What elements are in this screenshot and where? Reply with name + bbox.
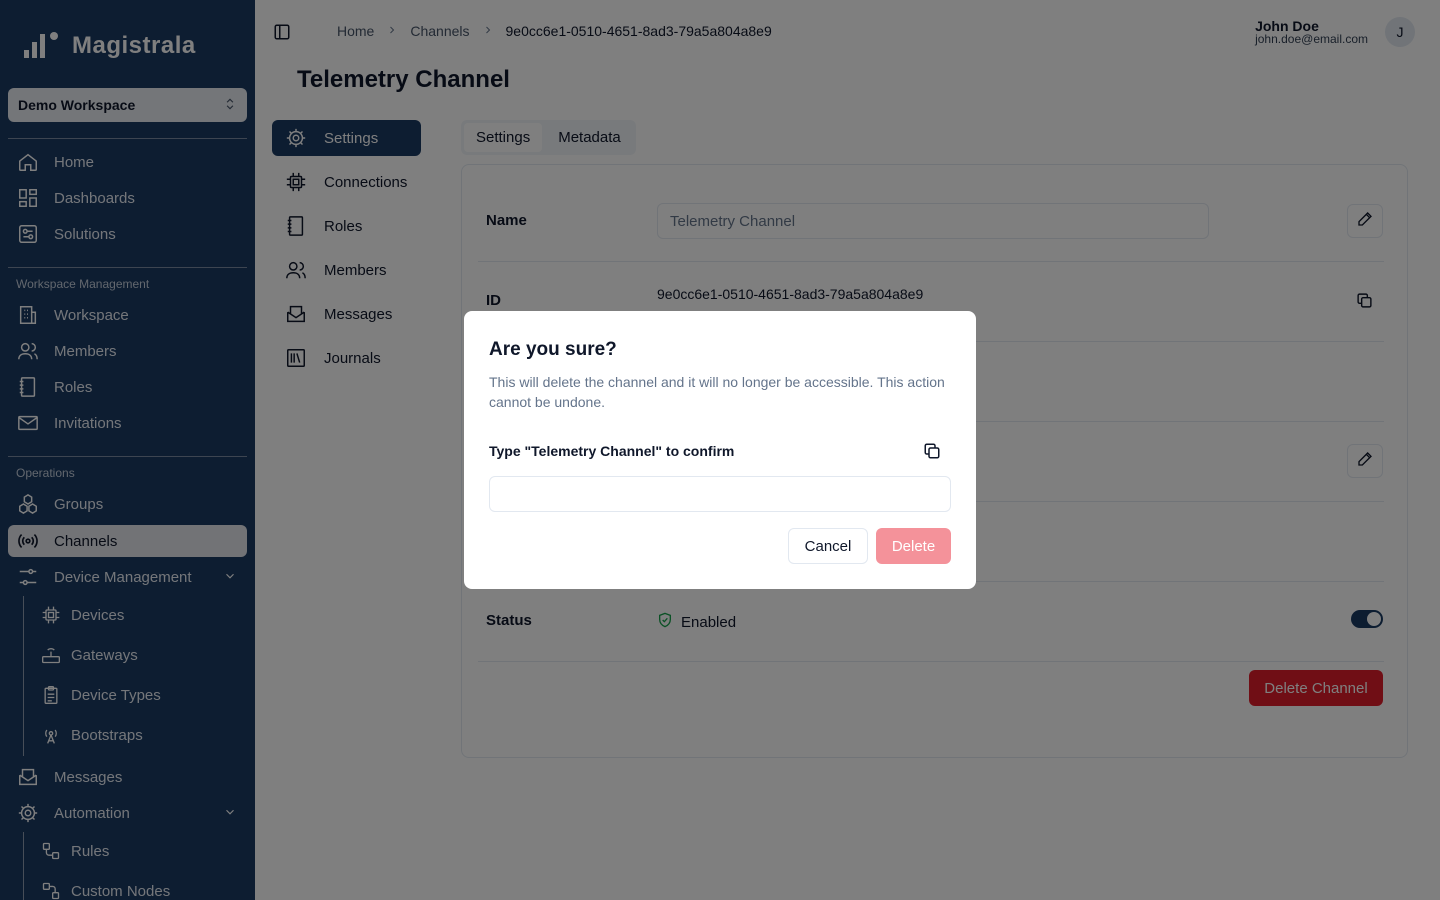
confirm-input[interactable]	[489, 476, 951, 512]
cancel-button[interactable]: Cancel	[788, 528, 868, 564]
confirm-delete-dialog: Are you sure? This will delete the chann…	[464, 311, 976, 589]
dialog-title: Are you sure?	[489, 339, 617, 360]
confirm-label: Type "Telemetry Channel" to confirm	[489, 443, 735, 459]
dialog-description: This will delete the channel and it will…	[489, 374, 945, 410]
delete-button[interactable]: Delete	[876, 528, 951, 564]
copy-icon[interactable]	[923, 442, 943, 462]
